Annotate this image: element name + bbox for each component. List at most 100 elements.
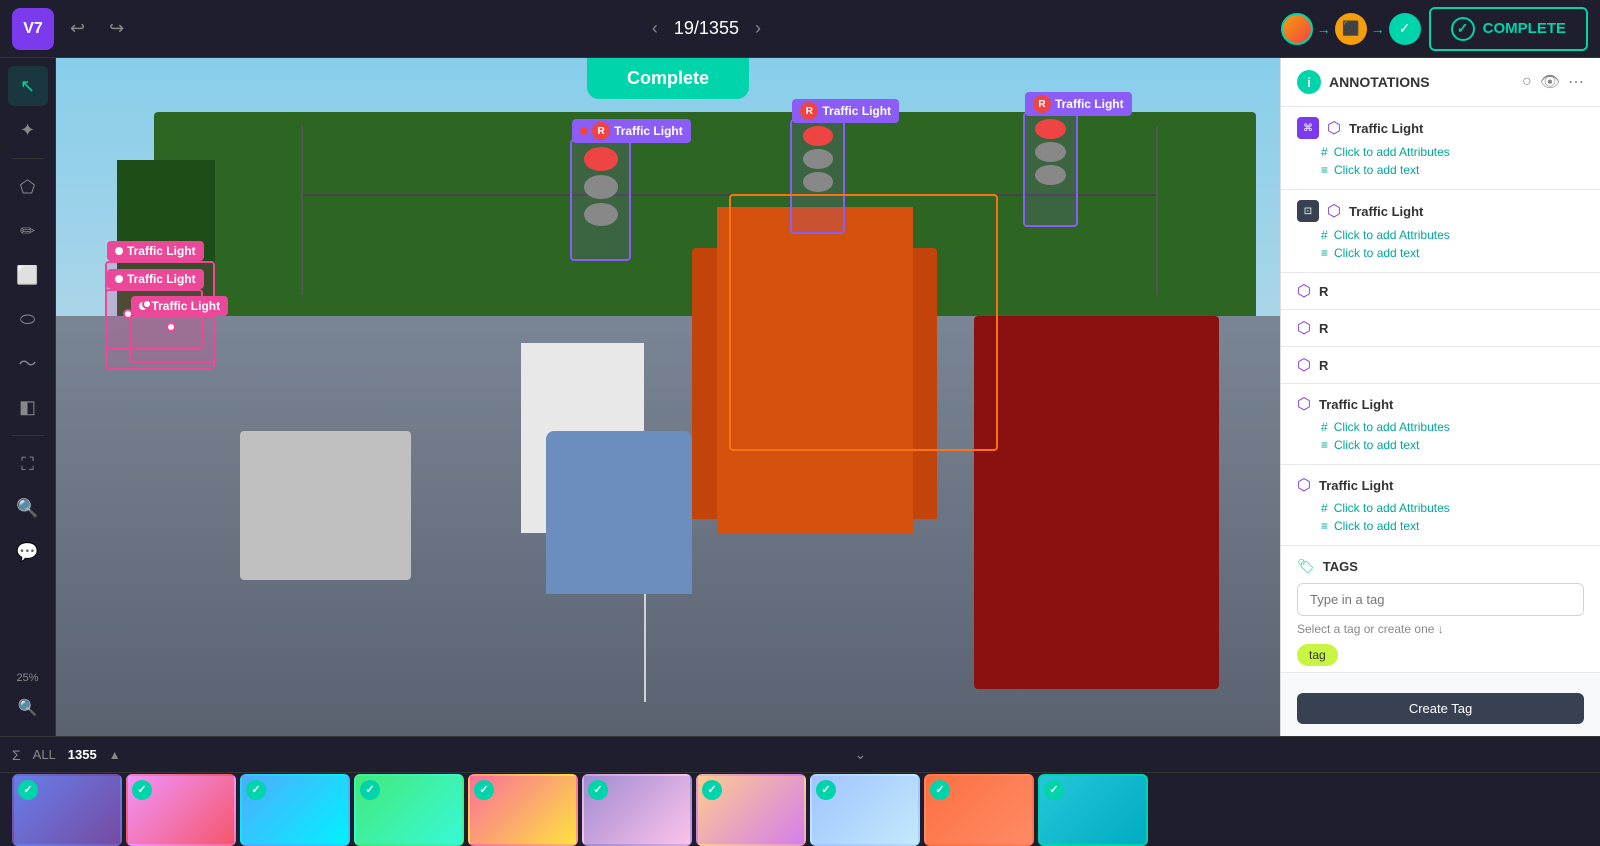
hide-all-button[interactable]: ○ bbox=[1522, 73, 1532, 91]
polyline-tool[interactable]: 〜 bbox=[8, 343, 48, 383]
annotation-class-icon-5: ⬡ bbox=[1297, 355, 1311, 375]
annotation-header-1: ⌘ ⬡ Traffic Light bbox=[1297, 117, 1584, 139]
add-attributes-2[interactable]: # Click to add Attributes bbox=[1297, 226, 1584, 244]
annotation-header-6: ⬡ Traffic Light bbox=[1297, 394, 1584, 414]
tl1-green bbox=[584, 203, 618, 227]
add-text-1[interactable]: ≡ Click to add text bbox=[1297, 161, 1584, 179]
complete-button[interactable]: ✓ COMPLETE bbox=[1429, 7, 1588, 51]
v7-logo[interactable]: V7 bbox=[12, 8, 54, 50]
tl2-green bbox=[803, 172, 834, 192]
attr-text-7: Click to add Attributes bbox=[1334, 501, 1450, 515]
nav-controls: ‹ 19/1355 › bbox=[644, 14, 769, 43]
label-text-3: Traffic Light bbox=[1055, 97, 1124, 111]
annotation-item-2[interactable]: ⊡ ⬡ Traffic Light # Click to add Attribu… bbox=[1281, 190, 1600, 273]
bounding-box-tool[interactable]: ⬜ bbox=[8, 255, 48, 295]
annotation-item-4[interactable]: ⬡ R bbox=[1281, 310, 1600, 347]
brush-tool[interactable]: ✏ bbox=[8, 211, 48, 251]
existing-tag[interactable]: tag bbox=[1297, 644, 1338, 666]
pipeline-step-2: ⬛ bbox=[1335, 13, 1367, 45]
add-attributes-6[interactable]: # Click to add Attributes bbox=[1297, 418, 1584, 436]
sum-icon: Σ bbox=[12, 747, 21, 763]
annotation-class-icon-7: ⬡ bbox=[1297, 475, 1311, 495]
traffic-light-box-1[interactable]: R Traffic Light bbox=[570, 139, 631, 261]
thumb-check-6: ✓ bbox=[588, 780, 608, 800]
complete-banner: Complete bbox=[587, 58, 749, 99]
pipeline-arrow-2: → bbox=[1371, 21, 1385, 37]
annotation-item-5[interactable]: ⬡ R bbox=[1281, 347, 1600, 384]
annotation-item-1[interactable]: ⌘ ⬡ Traffic Light # Click to add Attribu… bbox=[1281, 107, 1600, 190]
thumbnail-2[interactable]: ✓ bbox=[126, 774, 236, 846]
create-tag-button[interactable]: Create Tag bbox=[1297, 693, 1584, 724]
skeleton-tool[interactable]: ⛶ bbox=[8, 444, 48, 484]
annotation-item-3[interactable]: ⬡ R bbox=[1281, 273, 1600, 310]
thumbnail-6[interactable]: ✓ bbox=[582, 774, 692, 846]
traffic-light-label-4: Traffic Light bbox=[107, 241, 204, 261]
add-text-7[interactable]: ≡ Click to add text bbox=[1297, 517, 1584, 535]
polygon-tool[interactable]: ⬠ bbox=[8, 167, 48, 207]
complete-label: COMPLETE bbox=[1483, 20, 1566, 37]
zoom-in-tool[interactable]: 🔍 bbox=[8, 688, 48, 728]
more-options-button[interactable]: ⋯ bbox=[1568, 72, 1584, 92]
thumbnail-1[interactable]: ✓ bbox=[12, 774, 122, 846]
orange-box[interactable] bbox=[729, 194, 998, 452]
thumbnail-3[interactable]: ✓ bbox=[240, 774, 350, 846]
select-tool[interactable]: ↖ bbox=[8, 66, 48, 106]
tag-input[interactable] bbox=[1297, 583, 1584, 616]
thumb-check-1: ✓ bbox=[18, 780, 38, 800]
text-icon-6: ≡ bbox=[1321, 438, 1328, 452]
red-car-right bbox=[974, 316, 1219, 689]
traffic-light-label-1: R Traffic Light bbox=[572, 119, 691, 143]
right-panel: i ANNOTATIONS ○ 👁 ⋯ ⌘ ⬡ Traffic Light # … bbox=[1280, 58, 1600, 736]
visibility-toggle[interactable]: 👁 bbox=[1540, 72, 1560, 92]
thumbnail-10[interactable]: ✓ bbox=[1038, 774, 1148, 846]
sort-button[interactable]: ▲ bbox=[109, 748, 121, 762]
annotation-name-4: R bbox=[1319, 321, 1328, 336]
add-text-6[interactable]: ≡ Click to add text bbox=[1297, 436, 1584, 454]
thumbnail-4[interactable]: ✓ bbox=[354, 774, 464, 846]
left-toolbar: ↖ ✦ ⬠ ✏ ⬜ ⬭ 〜 ◧ ⛶ 🔍 💬 25% 🔍 bbox=[0, 58, 56, 736]
annotation-item-7[interactable]: ⬡ Traffic Light # Click to add Attribute… bbox=[1281, 465, 1600, 546]
add-attributes-7[interactable]: # Click to add Attributes bbox=[1297, 499, 1584, 517]
gantry-pole-left bbox=[301, 126, 303, 296]
expand-handle: ⌄ bbox=[133, 746, 1588, 763]
label-text-6: Traffic Light bbox=[151, 299, 220, 313]
add-attributes-1[interactable]: # Click to add Attributes bbox=[1297, 143, 1584, 161]
undo-button[interactable]: ↩ bbox=[62, 14, 93, 43]
annotation-class-icon-2: ⬡ bbox=[1327, 201, 1341, 221]
thumbnail-5[interactable]: ✓ bbox=[468, 774, 578, 846]
traffic-light-box-3[interactable]: R Traffic Light bbox=[1023, 112, 1078, 227]
comment-tool[interactable]: 💬 bbox=[8, 532, 48, 572]
auto-annotate-tool[interactable]: ✦ bbox=[8, 110, 48, 150]
label-text-2: Traffic Light bbox=[822, 104, 891, 118]
canvas-area[interactable]: Complete bbox=[56, 58, 1280, 736]
tl3-green bbox=[1035, 165, 1066, 185]
thumb-check-7: ✓ bbox=[702, 780, 722, 800]
tl3-yellow bbox=[1035, 142, 1066, 162]
redo-button[interactable]: ↪ bbox=[101, 14, 132, 43]
annotation-class-icon-3: ⬡ bbox=[1297, 281, 1311, 301]
next-image-button[interactable]: › bbox=[747, 14, 769, 43]
complete-checkmark: ✓ bbox=[1451, 17, 1475, 41]
search-tool[interactable]: 🔍 bbox=[8, 488, 48, 528]
tl2-yellow bbox=[803, 149, 834, 169]
thumbnail-9[interactable]: ✓ bbox=[924, 774, 1034, 846]
prev-image-button[interactable]: ‹ bbox=[644, 14, 666, 43]
expand-strip-button[interactable]: ⌄ bbox=[854, 746, 866, 763]
pipeline-step-3: ✓ bbox=[1389, 13, 1421, 45]
r-badge-2: R bbox=[800, 102, 818, 120]
header-icons: ○ 👁 ⋯ bbox=[1522, 72, 1584, 92]
text-icon-2: ≡ bbox=[1321, 246, 1328, 260]
annotation-class-icon-6: ⬡ bbox=[1297, 394, 1311, 414]
ellipse-tool[interactable]: ⬭ bbox=[8, 299, 48, 339]
add-text-2[interactable]: ≡ Click to add text bbox=[1297, 244, 1584, 262]
cuboid-tool[interactable]: ◧ bbox=[8, 387, 48, 427]
tags-header: 🏷 TAGS bbox=[1297, 558, 1584, 575]
annotation-item-6[interactable]: ⬡ Traffic Light # Click to add Attribute… bbox=[1281, 384, 1600, 465]
label-text-1: Traffic Light bbox=[614, 124, 683, 138]
thumbnail-8[interactable]: ✓ bbox=[810, 774, 920, 846]
traffic-light-label-5: Traffic Light bbox=[107, 269, 204, 289]
bottom-area: Σ ALL 1355 ▲ ⌄ ✓ ✓ ✓ ✓ ✓ ✓ ✓ ✓ bbox=[0, 736, 1600, 846]
thumb-check-9: ✓ bbox=[930, 780, 950, 800]
annotation-name-3: R bbox=[1319, 284, 1328, 299]
thumbnail-7[interactable]: ✓ bbox=[696, 774, 806, 846]
